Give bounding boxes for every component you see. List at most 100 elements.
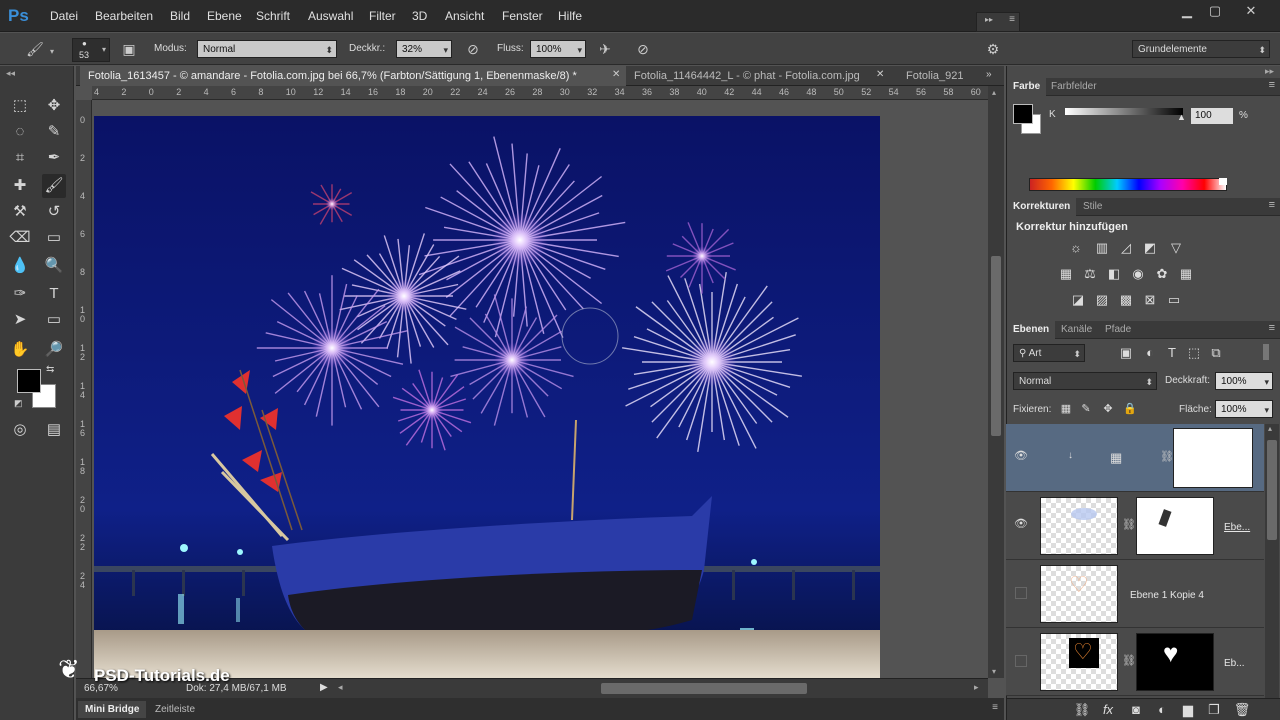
more-tabs-icon[interactable]: » <box>986 69 992 80</box>
pressure-opacity-icon[interactable]: ⊘ <box>462 38 484 60</box>
vibrance-icon[interactable]: ▽ <box>1167 240 1185 256</box>
chain-icon[interactable]: ⛓ <box>1160 450 1174 463</box>
filter-smart-icon[interactable]: ⧉ <box>1207 345 1225 361</box>
layers-scrollbar[interactable]: ▴ <box>1265 424 1279 700</box>
blend-mode-select[interactable]: Normal ⬍ <box>1013 372 1157 390</box>
menu-bearbeiten[interactable]: Bearbeiten <box>95 9 153 23</box>
trash-icon[interactable]: 🗑 <box>1233 702 1251 718</box>
layer-filter-select[interactable]: ⚲ Art ⬍ <box>1013 344 1085 362</box>
eraser-tool-icon[interactable]: ⌫ <box>8 226 32 250</box>
vertical-scrollbar[interactable]: ▴ ▾ <box>988 86 1004 678</box>
menu-auswahl[interactable]: Auswahl <box>308 9 353 23</box>
new-layer-icon[interactable]: ❐ <box>1205 702 1223 718</box>
color-balance-icon[interactable]: ⚖ <box>1081 266 1099 282</box>
tab-farbe[interactable]: Farbe <box>1007 78 1047 96</box>
brush-tool-icon[interactable]: 🖌 <box>42 174 66 198</box>
black-white-icon[interactable]: ◧ <box>1105 266 1123 282</box>
fx-icon[interactable]: fx <box>1099 702 1117 718</box>
menu-hilfe[interactable]: Hilfe <box>558 9 582 23</box>
levels-icon[interactable]: ▥ <box>1093 240 1111 256</box>
filter-shape-icon[interactable]: ⬚ <box>1185 345 1203 361</box>
exposure-icon[interactable]: ◩ <box>1141 240 1159 256</box>
filter-type-icon[interactable]: T <box>1163 345 1181 361</box>
type-tool-icon[interactable]: T <box>42 282 66 306</box>
workspace-icon[interactable]: ⚙ <box>982 38 1004 60</box>
airbrush-icon[interactable]: ✈ <box>594 38 616 60</box>
default-colors-icon[interactable]: ◩ <box>14 398 23 409</box>
panel-menu-icon[interactable]: ≡ <box>992 702 998 713</box>
maximize-button[interactable]: ▢ <box>1202 3 1228 21</box>
dodge-tool-icon[interactable]: 🔍 <box>42 254 66 278</box>
close-icon[interactable]: ✕ <box>876 69 884 80</box>
deckkraft-input[interactable]: 32% ▾ <box>396 40 452 58</box>
healing-brush-tool-icon[interactable]: ✚ <box>8 174 32 198</box>
invert-icon[interactable]: ◪ <box>1069 292 1087 308</box>
opacity-input[interactable]: 100% ▾ <box>1215 372 1273 390</box>
tab-fotolia-1613457[interactable]: Fotolia_1613457 - © amandare - Fotolia.c… <box>80 66 626 86</box>
curves-icon[interactable]: ◿ <box>1117 240 1135 256</box>
new-group-icon[interactable]: ▆ <box>1179 702 1197 718</box>
menu-fenster[interactable]: Fenster <box>502 9 543 23</box>
fg-color-box-top[interactable] <box>1013 104 1033 124</box>
tab-mini-bridge[interactable]: Mini Bridge <box>78 701 147 718</box>
menu-schrift[interactable]: Schrift <box>256 9 290 23</box>
path-selection-tool-icon[interactable]: ➤ <box>8 308 32 332</box>
crop-tool-icon[interactable]: ⌗ <box>8 146 32 170</box>
layer-mask-thumbnail[interactable]: ♥ <box>1136 633 1214 691</box>
eyedropper-tool-icon[interactable]: ✒ <box>42 146 66 170</box>
minimize-button[interactable]: ▁ <box>1174 3 1200 21</box>
tab-pfade[interactable]: Pfade <box>1099 321 1137 339</box>
k-slider[interactable] <box>1065 108 1183 115</box>
brush-preset-picker[interactable]: ● 53 ▾ <box>72 38 110 62</box>
layer-thumbnail[interactable]: ♡ <box>1040 565 1118 623</box>
lock-position-icon[interactable]: ✥ <box>1099 401 1117 417</box>
layer-mask-thumbnail[interactable] <box>1173 428 1253 488</box>
modus-select[interactable]: Normal ⬍ <box>197 40 337 58</box>
marquee-tool-icon[interactable]: ⬚ <box>8 94 32 118</box>
menu-datei[interactable]: Datei <box>50 9 78 23</box>
history-brush-tool-icon[interactable]: ↺ <box>42 200 66 224</box>
color-ramp[interactable] <box>1029 178 1227 191</box>
layer-row-ebene-1-kopie-4[interactable]: ♡ Ebene 1 Kopie 4 <box>1006 560 1264 628</box>
workspace-select[interactable]: Grundelemente ⬍ <box>1132 40 1270 58</box>
panel-menu-icon[interactable]: ≡ <box>1269 322 1275 334</box>
channel-mixer-icon[interactable]: ✿ <box>1153 266 1171 282</box>
color-lookup-icon[interactable]: ▦ <box>1177 266 1195 282</box>
menu-bild[interactable]: Bild <box>170 9 190 23</box>
chevron-down-icon[interactable]: ▾ <box>50 47 54 56</box>
visibility-toggle[interactable] <box>1015 655 1027 667</box>
filter-pixel-icon[interactable]: ▣ <box>1117 345 1135 361</box>
pressure-size-icon[interactable]: ⊘ <box>632 38 654 60</box>
menu-ansicht[interactable]: Ansicht <box>445 9 484 23</box>
threshold-icon[interactable]: ▩ <box>1117 292 1135 308</box>
tab-farbfelder[interactable]: Farbfelder <box>1045 78 1103 96</box>
scroll-left-icon[interactable]: ◂ <box>338 682 343 693</box>
hand-tool-icon[interactable]: ✋ <box>8 338 32 362</box>
close-button[interactable]: ✕ <box>1238 3 1264 21</box>
lasso-tool-icon[interactable]: ◌ <box>8 120 32 144</box>
link-layers-icon[interactable]: ⛓ <box>1073 702 1091 718</box>
layer-thumbnail[interactable]: ♡ <box>1040 633 1118 691</box>
close-icon[interactable]: ✕ <box>612 69 620 80</box>
panel-menu-icon[interactable]: ≡ <box>1269 79 1275 91</box>
menu-filter[interactable]: Filter <box>369 9 396 23</box>
photo-filter-icon[interactable]: ◉ <box>1129 266 1147 282</box>
gradient-map-icon[interactable]: ▭ <box>1165 292 1183 308</box>
brush-panel-icon[interactable]: ▣ <box>118 38 140 60</box>
tab-stile[interactable]: Stile <box>1077 198 1108 216</box>
lock-all-icon[interactable]: 🔒 <box>1121 401 1139 417</box>
hue-saturation-icon[interactable]: ▦ <box>1057 266 1075 282</box>
double-chevron-icon[interactable]: ▸▸ <box>1265 66 1274 77</box>
move-tool-icon[interactable]: ✥ <box>42 94 66 118</box>
filter-adjustment-icon[interactable]: ◐ <box>1141 345 1159 361</box>
tab-fotolia-921[interactable]: Fotolia_921 <box>898 66 968 86</box>
status-menu-icon[interactable]: ▶ <box>320 682 328 693</box>
zoom-tool-icon[interactable]: 🔎 <box>42 338 66 362</box>
quick-selection-tool-icon[interactable]: ✎ <box>42 120 66 144</box>
gradient-tool-icon[interactable]: ▭ <box>42 226 66 250</box>
visibility-toggle[interactable] <box>1015 587 1027 599</box>
panel-menu-icon[interactable]: ≡ <box>1269 199 1275 211</box>
fluss-input[interactable]: 100% ▾ <box>530 40 586 58</box>
horizontal-scroll-thumb[interactable] <box>601 683 807 694</box>
tab-kanaele[interactable]: Kanäle <box>1055 321 1098 339</box>
